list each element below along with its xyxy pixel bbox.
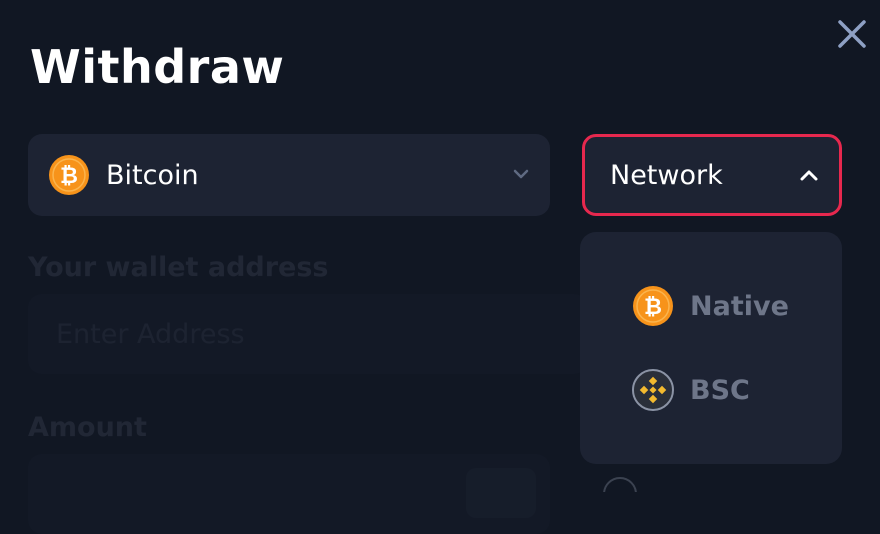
network-dropdown: ₿ Native BSC <box>580 232 842 464</box>
coin-select[interactable]: ₿ Bitcoin <box>28 134 550 216</box>
close-button[interactable] <box>834 16 870 52</box>
network-select[interactable]: Network <box>582 134 842 216</box>
hidden-network-option <box>600 472 820 511</box>
coin-icon <box>603 477 637 511</box>
chevron-up-icon <box>800 170 818 181</box>
bitcoin-icon: ₿ <box>633 286 673 326</box>
wallet-address-label: Your wallet address <box>28 252 329 283</box>
coin-select-value: Bitcoin <box>106 159 199 191</box>
network-option-label: BSC <box>690 374 750 406</box>
network-option-label: Native <box>690 290 789 322</box>
amount-max-button[interactable] <box>466 468 536 518</box>
page-title: Withdraw <box>30 40 285 94</box>
network-option-bsc[interactable]: BSC <box>632 367 750 413</box>
bnb-icon <box>632 369 674 411</box>
amount-label: Amount <box>28 412 147 443</box>
close-icon <box>838 20 866 48</box>
svg-text:₿: ₿ <box>60 164 78 189</box>
network-option-native[interactable]: ₿ Native <box>632 283 789 329</box>
chevron-down-icon <box>513 169 529 179</box>
bitcoin-icon: ₿ <box>49 155 89 195</box>
network-select-label: Network <box>610 159 723 191</box>
svg-text:₿: ₿ <box>644 295 662 320</box>
wallet-address-input[interactable] <box>28 294 588 374</box>
